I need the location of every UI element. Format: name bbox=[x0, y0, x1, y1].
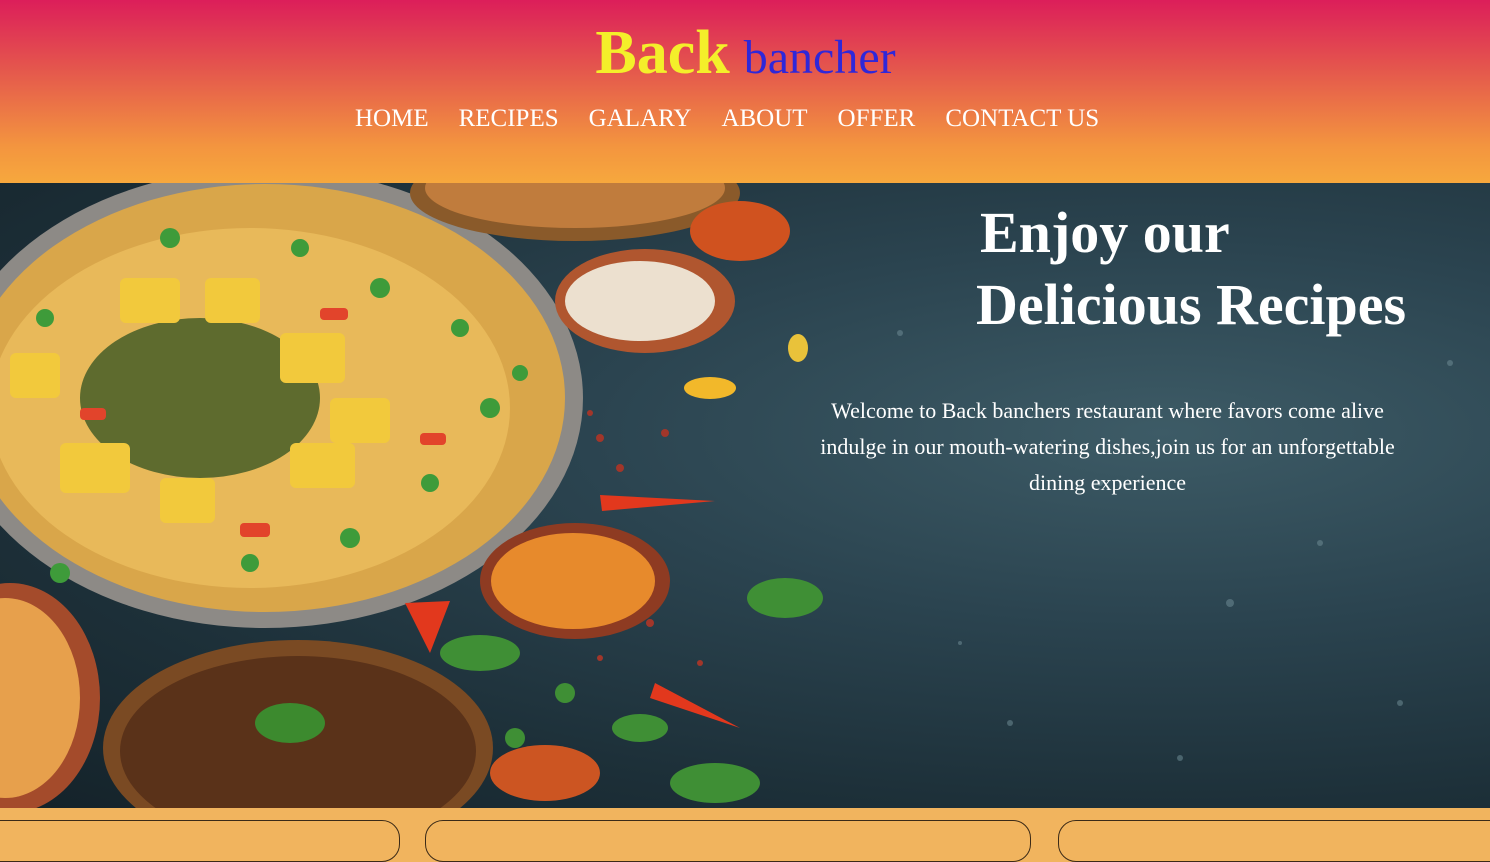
brand-name-part1: Back bbox=[595, 19, 730, 87]
hero-title: Enjoy our Delicious Recipes bbox=[976, 197, 1406, 341]
nav-about[interactable]: ABOUT bbox=[721, 102, 807, 136]
feature-cards-strip bbox=[0, 808, 1490, 862]
nav-galary[interactable]: GALARY bbox=[589, 102, 692, 136]
brand-name-part2: bancher bbox=[743, 31, 896, 84]
hero-title-line2: Delicious Recipes bbox=[976, 272, 1407, 337]
nav-home[interactable]: HOME bbox=[355, 102, 429, 136]
site-header: Back bancher HOME RECIPES GALARY ABOUT OF… bbox=[0, 0, 1490, 183]
nav-offer[interactable]: OFFER bbox=[838, 102, 916, 136]
main-nav: HOME RECIPES GALARY ABOUT OFFER CONTACT … bbox=[355, 102, 1099, 136]
brand-logo[interactable]: Back bancher bbox=[0, 16, 1490, 95]
feature-card[interactable] bbox=[0, 820, 400, 862]
feature-card[interactable] bbox=[425, 820, 1031, 862]
hero-section: Enjoy our Delicious Recipes Welcome to B… bbox=[0, 183, 1490, 808]
hero-title-line1: Enjoy our bbox=[980, 200, 1230, 265]
feature-card[interactable] bbox=[1058, 820, 1490, 862]
hero-welcome-text: Welcome to Back banchers restaurant wher… bbox=[820, 398, 1395, 495]
nav-contact-us[interactable]: CONTACT US bbox=[945, 102, 1099, 136]
nav-recipes[interactable]: RECIPES bbox=[459, 102, 559, 136]
